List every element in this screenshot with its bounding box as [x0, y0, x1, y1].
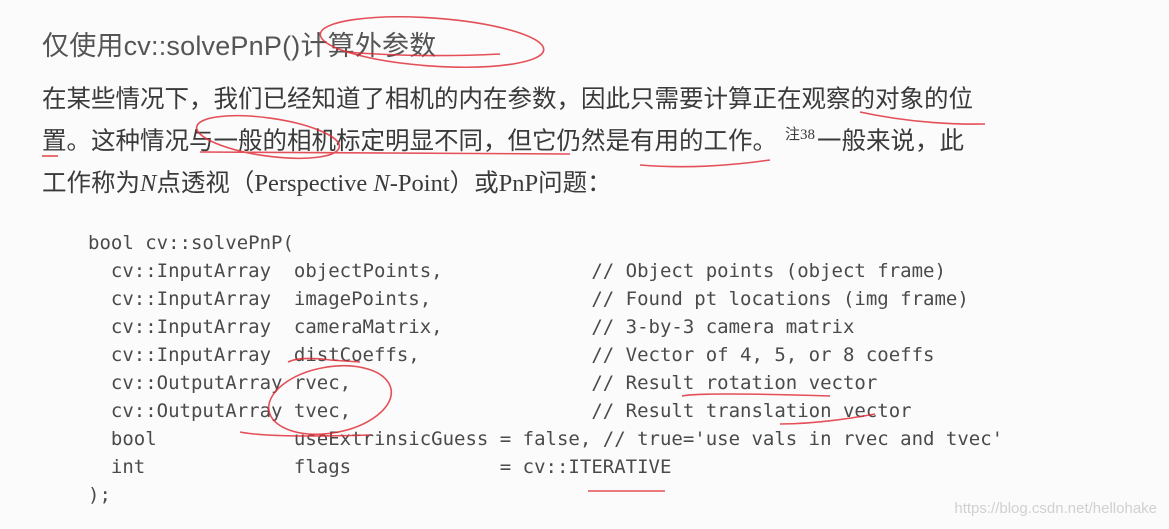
underline-youyong	[639, 159, 771, 168]
scanned-book-page: 仅使用cv::solvePnP()计算外参数 在某些情况下，我们已经知道了相机的…	[0, 0, 1169, 529]
paragraph-text: 置。这种情况与一般的相机标定明显不同，但它仍然是有用的工作。	[42, 128, 777, 155]
code-line: bool cv::solvePnP(	[88, 232, 294, 254]
underline-rotation	[681, 393, 831, 397]
code-line: int flags = cv::ITERATIVE	[88, 456, 672, 478]
code-line: cv::OutputArray rvec, // Result rotation…	[88, 372, 878, 394]
italic-n: N	[140, 170, 157, 197]
paragraph-text: 工作称为	[42, 170, 140, 197]
footnote-ref: 注38	[785, 127, 816, 143]
paragraph-text: 一般来说，此	[817, 128, 965, 155]
watermark: https://blog.csdn.net/hellohake	[954, 500, 1157, 517]
code-line: );	[88, 484, 111, 506]
code-line: cv::InputArray cameraMatrix, // 3-by-3 c…	[88, 316, 855, 338]
paragraph-line-2: 置。这种情况与一般的相机标定明显不同，但它仍然是有用的工作。 注38一般来说，此	[42, 122, 964, 157]
paragraph-line-3: 工作称为N点透视（Perspective N-Point）或PnP问题：	[42, 164, 612, 199]
italic-n: N	[373, 170, 390, 197]
code-line: cv::InputArray distCoeffs, // Vector of …	[88, 344, 935, 366]
code-line: cv::OutputArray tvec, // Result translat…	[88, 400, 912, 422]
paragraph-text: -Point）或PnP问题：	[389, 170, 612, 197]
paragraph-line-1: 在某些情况下，我们已经知道了相机的内在参数，因此只需要计算正在观察的对象的位	[42, 86, 973, 113]
code-line: cv::InputArray imagePoints, // Found pt …	[88, 288, 969, 310]
code-line: cv::InputArray objectPoints, // Object p…	[88, 260, 946, 282]
section-heading: 仅使用cv::solvePnP()计算外参数	[42, 31, 437, 61]
code-line: bool useExtrinsicGuess = false, // true=…	[88, 428, 1004, 450]
paragraph-text: 点透视（Perspective	[156, 170, 374, 197]
